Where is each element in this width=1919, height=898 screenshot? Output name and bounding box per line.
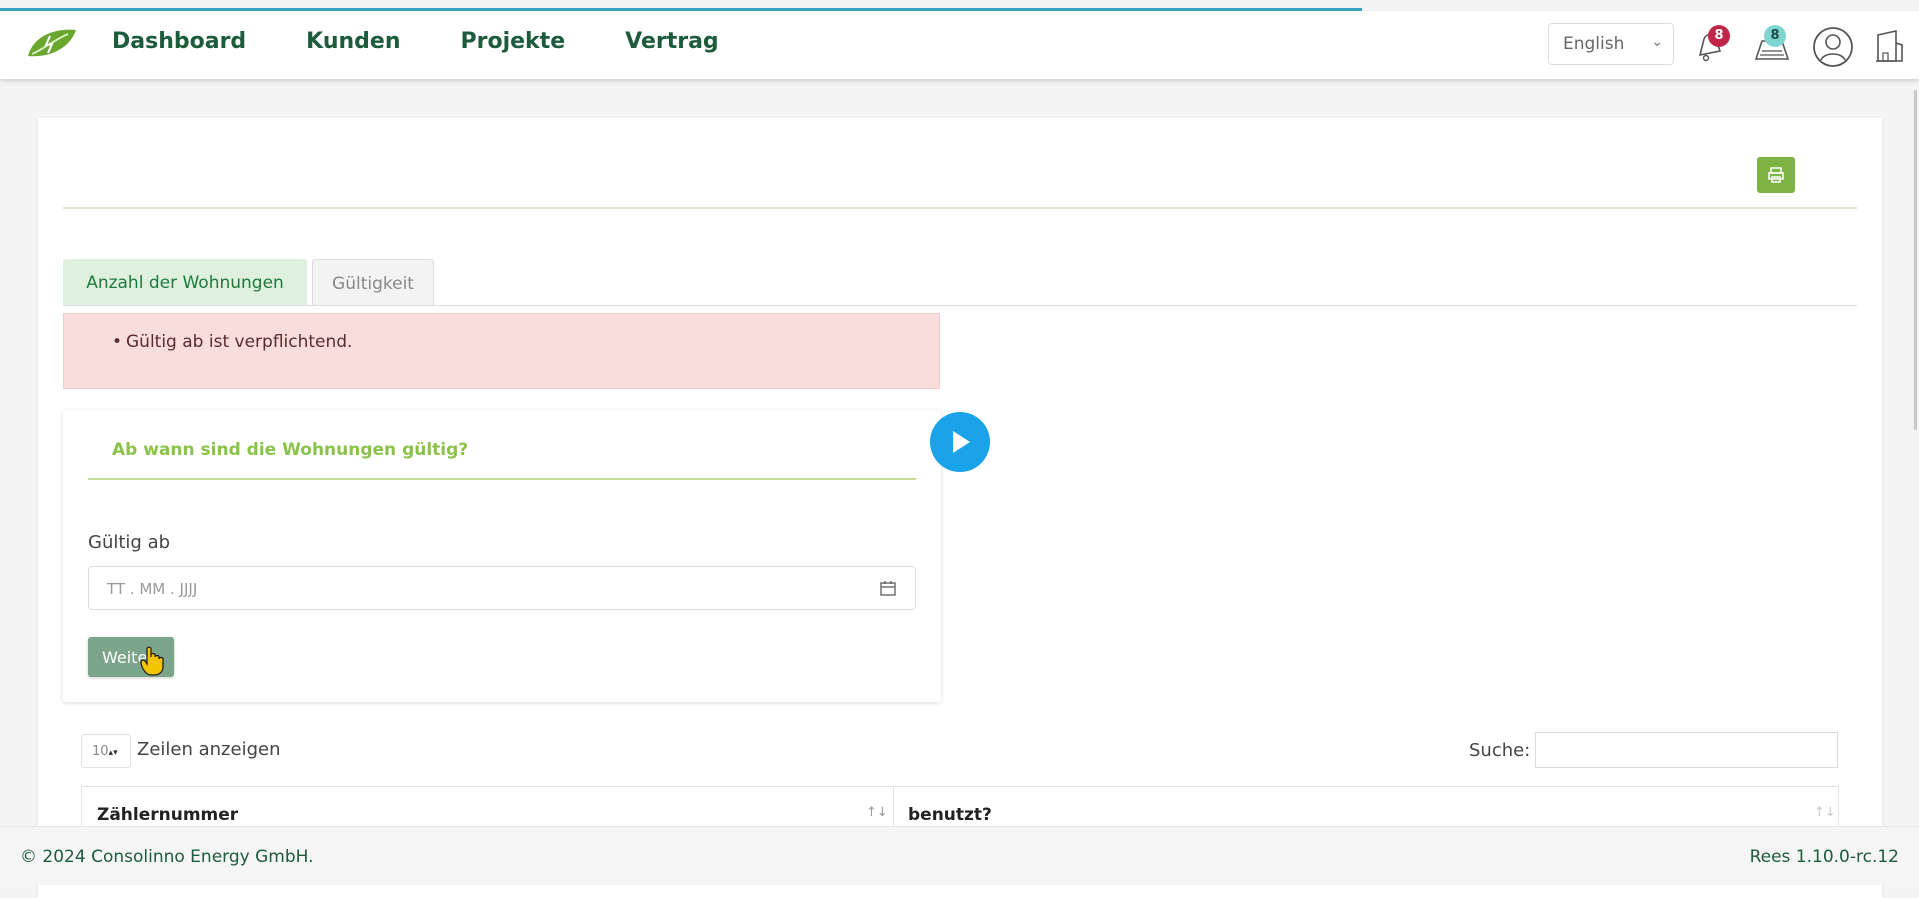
building-button[interactable] xyxy=(1874,27,1906,69)
messages-button[interactable]: 8 xyxy=(1752,25,1792,69)
user-avatar-icon xyxy=(1813,27,1853,67)
sort-icon[interactable]: ↑↓ xyxy=(1814,805,1836,820)
footer-copyright: © 2024 Consolinno Energy GmbH. xyxy=(20,847,314,867)
sort-arrows-icon: ▴▾ xyxy=(108,748,118,758)
page-scrollbar[interactable] xyxy=(1914,90,1917,430)
language-select[interactable]: English ⌄ xyxy=(1548,23,1674,65)
page-length-select[interactable]: 10▴▾ xyxy=(81,734,131,768)
tab-gueltigkeit[interactable]: Gültigkeit xyxy=(312,259,434,306)
footer-version: Rees 1.10.0-rc.12 xyxy=(1749,847,1899,867)
form-title-divider xyxy=(88,478,916,480)
top-navbar: Dashboard Kunden Projekte Vertrag Englis… xyxy=(0,11,1919,79)
notifications-badge: 8 xyxy=(1708,25,1730,47)
sort-icon[interactable]: ↑↓ xyxy=(866,805,888,820)
user-profile-button[interactable] xyxy=(1812,26,1854,72)
valid-from-date-input[interactable]: TT . MM . JJJJ xyxy=(88,566,916,610)
tabs-divider xyxy=(63,305,1857,306)
nav-kunden[interactable]: Kunden xyxy=(306,29,400,54)
bullet: • xyxy=(112,332,123,352)
column-zaehlernummer[interactable]: Zählernummer xyxy=(97,805,238,825)
table-search-input[interactable] xyxy=(1535,732,1838,768)
print-button[interactable] xyxy=(1757,157,1795,193)
validation-error-alert: • Gültig ab ist verpflichtend. xyxy=(63,313,940,389)
consolinno-logo[interactable] xyxy=(24,26,78,60)
nav-dashboard[interactable]: Dashboard xyxy=(112,29,246,54)
hand-cursor-icon xyxy=(139,645,167,681)
tab-anzahl-der-wohnungen[interactable]: Anzahl der Wohnungen xyxy=(63,259,307,306)
footer: © 2024 Consolinno Energy GmbH. Rees 1.10… xyxy=(0,826,1919,885)
play-icon xyxy=(953,431,970,453)
nav-projekte[interactable]: Projekte xyxy=(461,29,566,54)
notifications-button[interactable]: 8 xyxy=(1694,25,1730,69)
calendar-icon[interactable] xyxy=(879,579,897,601)
form-title: Ab wann sind die Wohnungen gültig? xyxy=(112,440,469,460)
messages-badge: 8 xyxy=(1764,25,1786,47)
main-nav: Dashboard Kunden Projekte Vertrag xyxy=(112,29,719,54)
printer-icon xyxy=(1768,167,1784,183)
header-divider xyxy=(63,207,1857,209)
building-icon xyxy=(1876,30,1903,62)
page-length-value: 10 xyxy=(92,744,109,759)
chevron-down-icon: ⌄ xyxy=(1651,34,1663,50)
page-length-label: Zeilen anzeigen xyxy=(137,739,281,760)
error-message: Gültig ab ist verpflichtend. xyxy=(126,332,353,352)
language-select-value: English xyxy=(1563,34,1625,54)
date-field-label: Gültig ab xyxy=(88,532,171,553)
column-benutzt[interactable]: benutzt? xyxy=(908,805,992,825)
search-label: Suche: xyxy=(1469,740,1531,761)
date-placeholder: TT . MM . JJJJ xyxy=(107,580,198,598)
nav-vertrag[interactable]: Vertrag xyxy=(625,29,719,54)
video-play-button[interactable] xyxy=(930,412,990,472)
